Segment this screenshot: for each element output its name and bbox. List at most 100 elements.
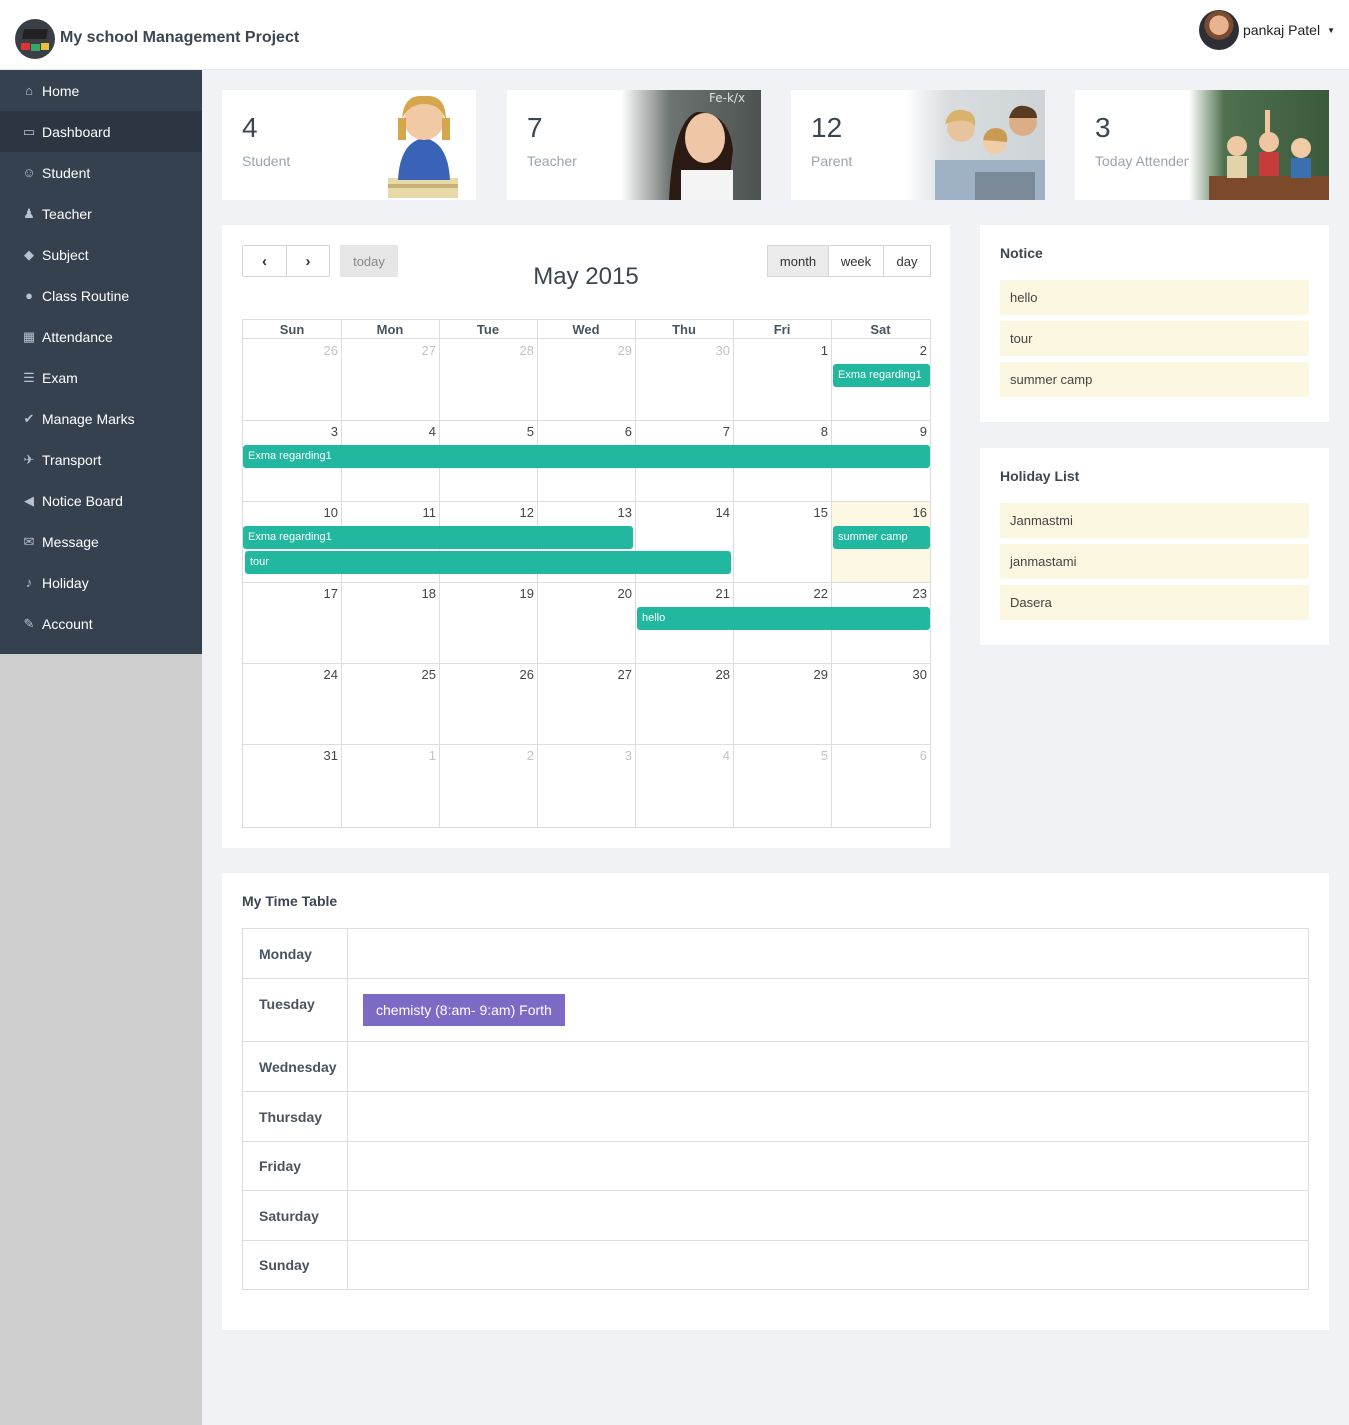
day-number[interactable]: 27	[406, 343, 436, 358]
day-number[interactable]: 24	[308, 667, 338, 682]
home-icon: ⌂	[25, 83, 33, 98]
sidebar-item-label: Student	[42, 164, 91, 181]
day-number[interactable]: 16	[897, 505, 927, 520]
day-number[interactable]: 30	[897, 667, 927, 682]
day-label: Tuesday	[243, 979, 348, 1041]
sidebar-item-exam[interactable]: ☰ Exam	[0, 357, 202, 398]
sidebar-item-notice-board[interactable]: ◀ Notice Board	[0, 480, 202, 521]
day-number[interactable]: 25	[406, 667, 436, 682]
sidebar-item-holiday[interactable]: ♪ Holiday	[0, 562, 202, 603]
day-number[interactable]: 20	[602, 586, 632, 601]
day-number[interactable]: 13	[602, 505, 632, 520]
sidebar-item-subject[interactable]: ◆ Subject	[0, 234, 202, 275]
avatar[interactable]	[1199, 10, 1240, 50]
day-number[interactable]: 2	[504, 748, 534, 763]
timetable-cell	[348, 929, 1308, 978]
view-week-button[interactable]: week	[828, 245, 884, 277]
stat-card-student[interactable]: 4 Student	[222, 90, 476, 200]
view-month-button[interactable]: month	[767, 245, 829, 277]
sidebar-item-manage-marks[interactable]: ✔ Manage Marks	[0, 398, 202, 439]
day-number[interactable]: 29	[798, 667, 828, 682]
timetable-row: Tuesday chemisty (8:am- 9:am) Forth	[243, 979, 1308, 1042]
day-number[interactable]: 29	[602, 343, 632, 358]
view-day-button[interactable]: day	[883, 245, 931, 277]
day-number[interactable]: 28	[504, 343, 534, 358]
calendar-event[interactable]: summer camp	[833, 526, 930, 549]
sidebar-item-message[interactable]: ✉ Message	[0, 521, 202, 562]
day-number[interactable]: 22	[798, 586, 828, 601]
day-number[interactable]: 1	[798, 343, 828, 358]
day-number[interactable]: 19	[504, 586, 534, 601]
calendar-event[interactable]: Exma regarding1	[243, 445, 930, 468]
stat-label: Parent	[811, 153, 853, 169]
stat-card-attendance[interactable]: 3 Today Attendence	[1075, 90, 1329, 200]
timetable-cell	[348, 1241, 1308, 1289]
day-number[interactable]: 10	[308, 505, 338, 520]
day-number[interactable]: 5	[798, 748, 828, 763]
sidebar-item-teacher[interactable]: ♟ Teacher	[0, 193, 202, 234]
sidebar-item-student[interactable]: ☺ Student	[0, 152, 202, 193]
notice-item[interactable]: tour	[1000, 321, 1309, 356]
day-number[interactable]: 9	[897, 424, 927, 439]
user-menu[interactable]: pankaj Patel ▼	[1199, 10, 1335, 50]
sidebar-item-account[interactable]: ✎ Account	[0, 603, 202, 644]
day-number[interactable]: 23	[897, 586, 927, 601]
sidebar-item-dashboard[interactable]: ▭ Dashboard	[0, 111, 202, 152]
holiday-item[interactable]: janmastami	[1000, 544, 1309, 579]
grid-line	[243, 501, 930, 502]
day-number[interactable]: 1	[406, 748, 436, 763]
holiday-item[interactable]: Janmastmi	[1000, 503, 1309, 538]
stat-label: Student	[242, 153, 291, 169]
app-title[interactable]: My school Management Project	[60, 29, 299, 47]
classroom-photo	[1189, 90, 1329, 200]
day-number[interactable]: 3	[308, 424, 338, 439]
stat-card-parent[interactable]: 12 Parent	[791, 90, 1045, 200]
day-number[interactable]: 4	[700, 748, 730, 763]
timetable-cell	[348, 1042, 1308, 1091]
day-number[interactable]: 15	[798, 505, 828, 520]
day-number[interactable]: 4	[406, 424, 436, 439]
notice-item[interactable]: summer camp	[1000, 362, 1309, 397]
day-number[interactable]: 18	[406, 586, 436, 601]
caret-down-icon[interactable]: ▼	[1327, 26, 1335, 35]
day-number[interactable]: 26	[504, 667, 534, 682]
day-number[interactable]: 12	[504, 505, 534, 520]
map-pin-icon: ●	[25, 288, 33, 303]
day-number[interactable]: 6	[602, 424, 632, 439]
notice-item[interactable]: hello	[1000, 280, 1309, 315]
day-number[interactable]: 28	[700, 667, 730, 682]
student-icon: ☺	[22, 165, 36, 180]
sidebar-item-class-routine[interactable]: ● Class Routine	[0, 275, 202, 316]
stat-card-teacher[interactable]: 7 Teacher Fe-k/x	[507, 90, 761, 200]
weekday-header: Thu	[635, 320, 733, 339]
sidebar-item-attendance[interactable]: ▦ Attendance	[0, 316, 202, 357]
calendar-event[interactable]: tour	[245, 551, 731, 574]
day-number[interactable]: 26	[308, 343, 338, 358]
day-number[interactable]: 17	[308, 586, 338, 601]
sidebar-item-transport[interactable]: ✈ Transport	[0, 439, 202, 480]
sidebar-item-home[interactable]: ⌂ Home	[0, 70, 202, 111]
day-number[interactable]: 31	[308, 748, 338, 763]
day-number[interactable]: 3	[602, 748, 632, 763]
day-number[interactable]: 2	[897, 343, 927, 358]
holiday-item[interactable]: Dasera	[1000, 585, 1309, 620]
day-number[interactable]: 27	[602, 667, 632, 682]
grid-line	[243, 420, 930, 421]
day-number[interactable]: 30	[700, 343, 730, 358]
table-icon: ▦	[22, 328, 36, 344]
day-number[interactable]: 7	[700, 424, 730, 439]
calendar-event[interactable]: Exma regarding1	[833, 364, 930, 387]
calendar-event[interactable]: Exma regarding1	[243, 526, 633, 549]
day-number[interactable]: 21	[700, 586, 730, 601]
day-number[interactable]: 6	[897, 748, 927, 763]
day-number[interactable]: 5	[504, 424, 534, 439]
calendar-event[interactable]: hello	[637, 607, 930, 630]
class-entry[interactable]: chemisty (8:am- 9:am) Forth	[363, 994, 565, 1026]
timetable-row: Wednesday	[243, 1042, 1308, 1092]
day-number[interactable]: 14	[700, 505, 730, 520]
school-logo-icon[interactable]	[15, 19, 55, 59]
subject-icon: ◆	[24, 246, 34, 262]
day-number[interactable]: 8	[798, 424, 828, 439]
day-number[interactable]: 11	[406, 505, 437, 520]
user-name[interactable]: pankaj Patel	[1243, 22, 1320, 38]
